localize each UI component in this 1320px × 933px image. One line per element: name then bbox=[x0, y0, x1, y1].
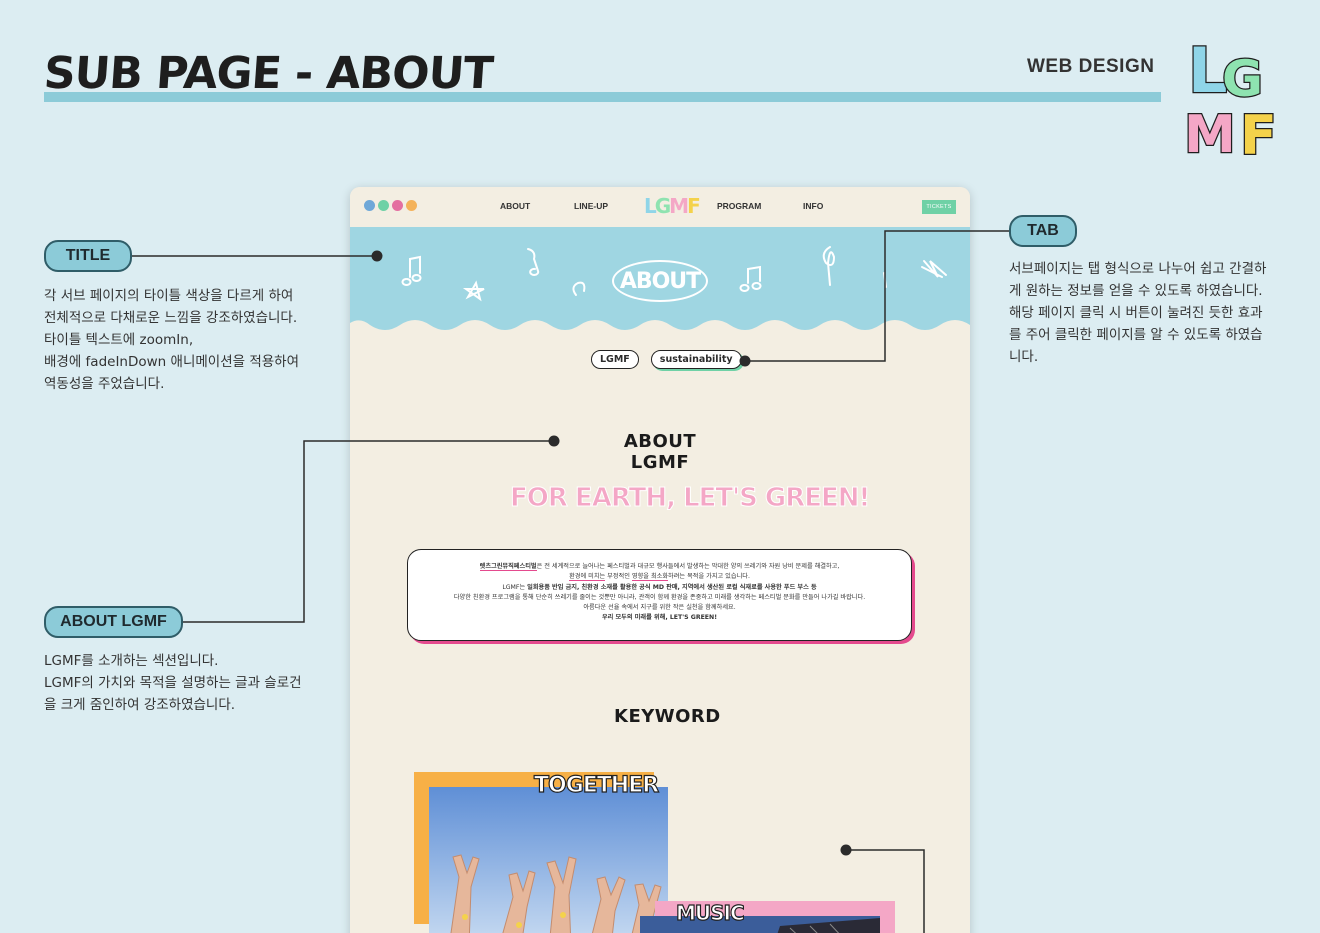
nav-item-info[interactable]: INFO bbox=[803, 201, 823, 211]
tab-desc-line: 니다. bbox=[1009, 349, 1039, 365]
description-text: 하려는 목적을 가지고 있습니다. bbox=[668, 573, 750, 581]
description-line: 환경에 미치는 부정적인 영향을 최소화하려는 목적을 가지고 있습니다. bbox=[418, 572, 901, 582]
title-desc-line: 각 서브 페이지의 타이틀 색상을 다르게 하여 bbox=[44, 288, 294, 304]
tickets-button[interactable]: TICKETS bbox=[922, 200, 956, 214]
x-icon[interactable] bbox=[378, 200, 389, 211]
about-lgmf-annotation-pill: ABOUT LGMF bbox=[44, 606, 183, 638]
about-lgmf-heading: ABOUT LGMF bbox=[598, 431, 722, 473]
description-line: 다양한 친환경 프로그램을 통해 단순히 쓰레기를 줄이는 것뿐만 아니라, 관… bbox=[453, 593, 866, 601]
description-line: 우리 모두의 미래를 위해, LET'S GREEN! bbox=[418, 613, 901, 623]
keyword-music-label: MUSIC bbox=[675, 900, 745, 925]
slogan-text: FOR EARTH, LET'S GREEN! bbox=[509, 483, 870, 514]
nav-item-lineup[interactable]: LINE-UP bbox=[574, 201, 608, 211]
description-closing: 우리 모두의 미래를 위해, LET'S GREEN! bbox=[601, 614, 718, 622]
description-text: 부정적인 bbox=[605, 573, 632, 581]
hero-about-title: ABOUT bbox=[612, 260, 708, 302]
tab-annotation-pill: TAB bbox=[1009, 215, 1077, 247]
description-text: 은 전 세계적으로 늘어나는 페스티벌과 대규모 행사들에서 발생하는 막대한 … bbox=[536, 563, 840, 570]
category-label: WEB DESIGN bbox=[1027, 56, 1155, 77]
title-annotation-description: 각 서브 페이지의 타이틀 색상을 다르게 하여 전체적으로 다채로운 느낌을 … bbox=[44, 285, 299, 395]
title-desc-line: 전체적으로 다채로운 느낌을 강조하였습니다. bbox=[44, 310, 298, 326]
about-lgmf-heading-text: ABOUT LGMF bbox=[623, 431, 697, 473]
social-links bbox=[364, 200, 417, 211]
tab-desc-line: 를 주어 클릭한 페이지를 알 수 있도록 하였습 bbox=[1009, 327, 1263, 343]
nav-item-about[interactable]: ABOUT bbox=[500, 201, 530, 211]
title-desc-line: 배경에 fadeInDown 애니메이션을 적용하여 bbox=[44, 354, 300, 370]
tab-lgmf[interactable]: LGMF bbox=[591, 350, 639, 369]
description-bold: 일회용품 반입 금지, 친환경 소재를 활용한 공식 MD 판매, 지역에서 생… bbox=[527, 583, 817, 591]
description-text: LGMF는 bbox=[502, 583, 528, 591]
title-desc-line: 타이틀 텍스트에 zoomIn, bbox=[44, 332, 194, 348]
description-underline: 영향을 최소화 bbox=[631, 573, 669, 582]
description-line: 렛츠그린뮤직페스티벌은 전 세계적으로 늘어나는 페스티벌과 대규모 행사들에서… bbox=[418, 562, 901, 572]
slogan: FOR EARTH, LET'S GREEN! bbox=[509, 483, 870, 514]
website-mockup: ABOUT LINE-UP LGMF PROGRAM INFO TICKETS … bbox=[350, 187, 970, 933]
title-desc-line: 역동성을 주었습니다. bbox=[44, 376, 165, 392]
nav-item-program[interactable]: PROGRAM bbox=[717, 201, 761, 211]
together-photo bbox=[429, 787, 668, 933]
title-annotation-pill: TITLE bbox=[44, 240, 132, 272]
title-underline bbox=[44, 92, 1161, 102]
description-line: 아름다운 선율 속에서 지구를 위한 작은 실천을 함께하세요. bbox=[583, 604, 736, 612]
mockup-logo[interactable]: LGMF bbox=[644, 194, 701, 218]
logo-letter-g: G bbox=[1222, 50, 1263, 108]
keyword-together-label: TOGETHER bbox=[533, 772, 659, 798]
keyword-heading: KEYWORD bbox=[610, 706, 720, 727]
tab-desc-line: 해당 페이지 클릭 시 버튼이 눌려진 듯한 효과 bbox=[1009, 305, 1263, 321]
youtube-icon[interactable] bbox=[392, 200, 403, 211]
mockup-nav-bar: ABOUT LINE-UP LGMF PROGRAM INFO TICKETS bbox=[350, 187, 970, 227]
description-highlight: 렛츠그린뮤직페스티벌 bbox=[479, 563, 537, 571]
facebook-icon[interactable] bbox=[364, 200, 375, 211]
tab-desc-line: 서브페이지는 탭 형식으로 나누어 쉽고 간결하 bbox=[1009, 261, 1267, 277]
about-desc-line: 을 크게 줌인하여 강조하였습니다. bbox=[44, 697, 236, 713]
about-description-box: 렛츠그린뮤직페스티벌은 전 세계적으로 늘어나는 페스티벌과 대규모 행사들에서… bbox=[407, 549, 912, 641]
description-underline: 환경에 미치는 bbox=[569, 573, 606, 582]
tab-annotation-description: 서브페이지는 탭 형식으로 나누어 쉽고 간결하 게 원하는 정보를 얻을 수 … bbox=[1009, 258, 1266, 368]
page-tabs: LGMF sustainability bbox=[591, 350, 742, 369]
keyword-heading-text: KEYWORD bbox=[614, 706, 721, 727]
description-line: LGMF는 일회용품 반입 금지, 친환경 소재를 활용한 공식 MD 판매, … bbox=[418, 583, 901, 593]
tab-desc-line: 게 원하는 정보를 얻을 수 있도록 하였습니다. bbox=[1009, 283, 1263, 299]
instagram-icon[interactable] bbox=[406, 200, 417, 211]
about-desc-line: LGMF의 가치와 목적을 설명하는 글과 슬로건 bbox=[44, 675, 302, 691]
about-lgmf-annotation-description: LGMF를 소개하는 섹션입니다. LGMF의 가치와 목적을 설명하는 글과 … bbox=[44, 650, 302, 716]
lgmf-logo: L G M F bbox=[1184, 34, 1278, 162]
tab-sustainability[interactable]: sustainability bbox=[650, 350, 742, 369]
about-desc-line: LGMF를 소개하는 섹션입니다. bbox=[44, 653, 219, 669]
logo-letter-f: F bbox=[1240, 104, 1277, 162]
logo-letter-m: M bbox=[1184, 105, 1236, 162]
